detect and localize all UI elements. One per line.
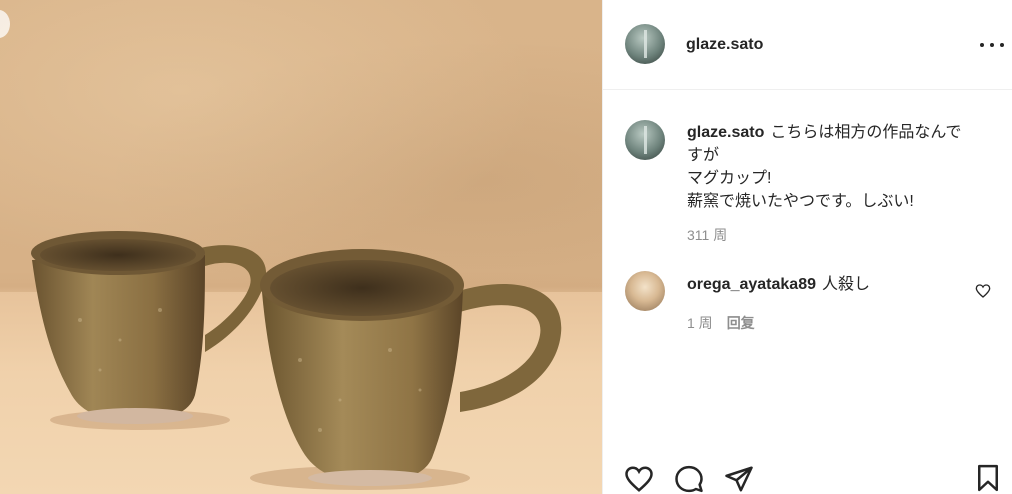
reply-button[interactable]: 回复 (727, 315, 755, 331)
mug-right-inside (270, 260, 454, 316)
bookmark-icon[interactable] (973, 462, 1003, 494)
post-header: glaze.sato (603, 0, 1012, 90)
mugs-illustration (31, 231, 562, 490)
comment-icon[interactable] (673, 464, 705, 494)
send-icon[interactable] (723, 464, 755, 494)
mug-right-foot (308, 470, 432, 486)
caption-username[interactable]: glaze.sato (687, 124, 764, 141)
post-caption: glaze.sato こちらは相方の作品なんで すが マグカップ! 薪窯で焼いたや… (687, 121, 987, 213)
mug-right-handle (455, 283, 562, 412)
more-options-icon[interactable] (980, 38, 1004, 52)
caption-line: マグカップ! (687, 170, 772, 187)
caption-line: 薪窯で焼いたやつです。しぶい! (687, 193, 914, 210)
author-avatar[interactable] (625, 24, 665, 64)
mug-left-inside (40, 239, 196, 271)
comment-username[interactable]: orega_ayataka89 (687, 276, 816, 293)
comment-item: orega_ayataka89 人殺し (687, 273, 870, 296)
caption-avatar[interactable] (625, 120, 665, 160)
mug-left-foot (77, 408, 193, 424)
post-action-bar (603, 458, 1012, 494)
caption-timestamp[interactable]: 311 周 (687, 225, 727, 245)
comment-text: 人殺し (821, 276, 870, 293)
caption-line: こちらは相方の作品なんで (770, 124, 962, 141)
heart-icon[interactable] (623, 464, 655, 494)
author-username[interactable]: glaze.sato (686, 36, 763, 54)
post-side-panel: glaze.sato glaze.sato こちらは相方の作品なんで すが マグカ… (602, 0, 1012, 494)
comment-timestamp[interactable]: 1 周 (687, 315, 713, 331)
heart-outline-icon[interactable] (975, 283, 991, 299)
comment-meta: 1 周回复 (687, 313, 755, 333)
post-photo[interactable] (0, 0, 602, 494)
mug-left-body (32, 255, 205, 422)
mug-left-handle (200, 245, 267, 352)
commenter-avatar[interactable] (625, 271, 665, 311)
caption-line: すが (687, 147, 720, 164)
